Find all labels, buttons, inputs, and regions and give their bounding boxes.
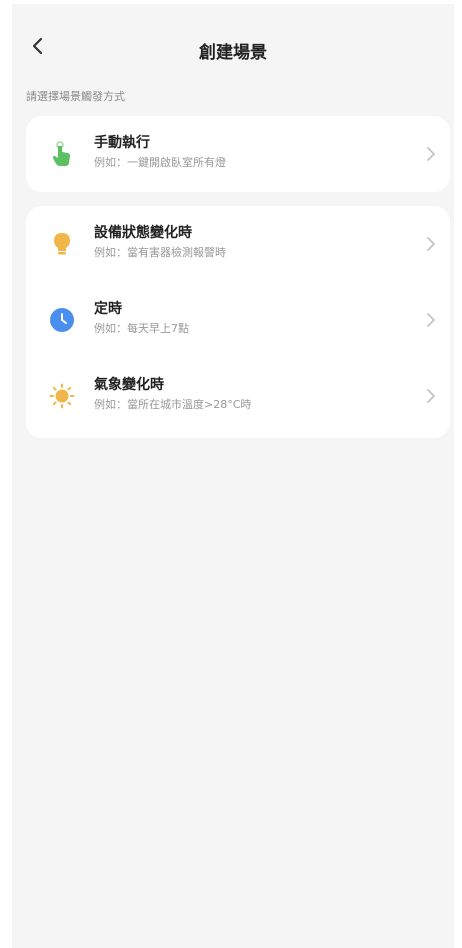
hand-tap-icon <box>48 140 76 168</box>
trigger-label: 定時 <box>94 301 122 317</box>
header: 創建場景 <box>12 4 454 84</box>
sun-icon <box>48 382 76 410</box>
trigger-row-manual[interactable]: 手動執行 例如：一鍵開啟臥室所有燈 <box>26 116 450 192</box>
trigger-example: 例如：一鍵開啟臥室所有燈 <box>94 156 226 169</box>
trigger-example: 例如：當所在城市溫度>28°C時 <box>94 398 252 411</box>
lightbulb-icon <box>48 230 76 258</box>
trigger-card-auto: 設備狀態變化時 例如：當有害器檢測報警時 定時 例如：每天早上7點 氣象變化時 … <box>26 206 450 438</box>
trigger-row-device-state[interactable]: 設備狀態變化時 例如：當有害器檢測報警時 <box>26 206 450 282</box>
trigger-card-manual: 手動執行 例如：一鍵開啟臥室所有燈 <box>26 116 450 192</box>
chevron-right-icon <box>427 389 435 403</box>
clock-icon <box>48 306 76 334</box>
trigger-example: 例如：每天早上7點 <box>94 322 189 335</box>
trigger-label: 氣象變化時 <box>94 377 164 393</box>
trigger-example: 例如：當有害器檢測報警時 <box>94 246 226 259</box>
chevron-right-icon <box>427 313 435 327</box>
section-subtitle: 請選擇場景觸發方式 <box>26 90 125 103</box>
trigger-label: 設備狀態變化時 <box>94 225 192 241</box>
page-title: 創建場景 <box>199 43 267 63</box>
screen: 創建場景 請選擇場景觸發方式 手動執行 例如：一鍵開啟臥室所有燈 設備狀態變化時… <box>12 4 454 948</box>
trigger-row-weather[interactable]: 氣象變化時 例如：當所在城市溫度>28°C時 <box>26 358 450 434</box>
trigger-row-timer[interactable]: 定時 例如：每天早上7點 <box>26 282 450 358</box>
chevron-right-icon <box>427 147 435 161</box>
chevron-right-icon <box>427 237 435 251</box>
trigger-label: 手動執行 <box>94 135 150 151</box>
